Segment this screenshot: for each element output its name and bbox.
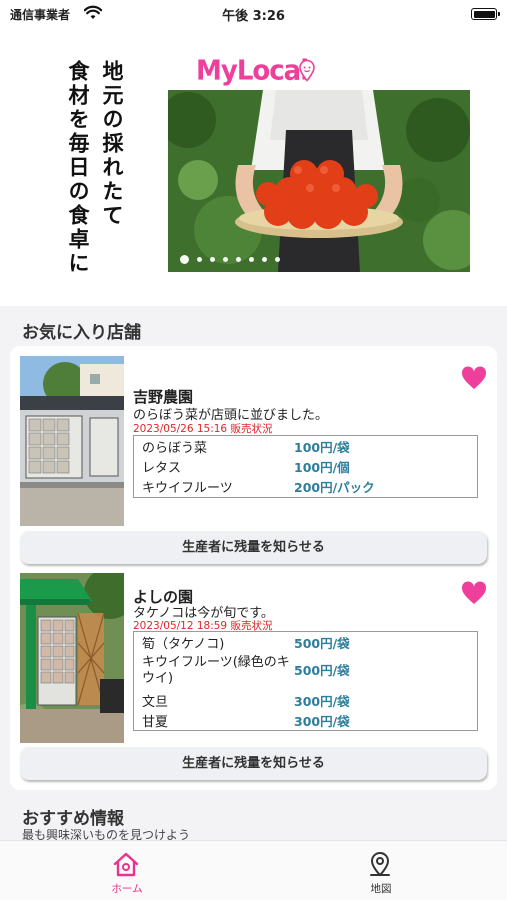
stock-item: キウイフルーツ(緑色のキウイ) [142, 655, 290, 686]
tagline-line-2: 食材を毎日の食卓に [66, 60, 91, 276]
tab-home[interactable]: ホーム [0, 841, 254, 900]
tab-bar: ホーム 地図 [0, 840, 507, 900]
stock-item: のらぼう菜 [142, 440, 208, 456]
hero-banner: 地元の採れたて 食材を毎日の食卓に MyLocal [0, 28, 507, 306]
carousel-dot[interactable] [197, 257, 202, 262]
tab-home-label: ホーム [111, 883, 143, 895]
tab-map[interactable]: 地図 [254, 841, 507, 900]
stock-row: レタス 100円/個 [134, 456, 477, 476]
carousel-dot[interactable] [223, 257, 228, 262]
map-pin-icon [370, 851, 390, 877]
carousel-dots[interactable] [180, 255, 280, 264]
carousel-dot[interactable] [210, 257, 215, 262]
status-bar: 通信事業者 午後 3:26 [0, 0, 507, 28]
notify-producer-button[interactable]: 生産者に残量を知らせる [20, 747, 487, 780]
stock-item: 文旦 [142, 694, 169, 710]
tagline-line-1: 地元の採れたて [100, 60, 125, 228]
battery-icon [471, 8, 500, 20]
stock-price: 500円/袋 [294, 635, 350, 651]
carousel-dot[interactable] [249, 257, 254, 262]
stock-item: キウイフルーツ [142, 481, 233, 496]
favorite-heart-icon[interactable] [461, 581, 487, 605]
shop-card[interactable]: 吉野農園 のらぼう菜が店頭に並びました。 2023/05/26 15:16 販売… [20, 356, 487, 566]
stock-row: 甘夏 300円/袋 [134, 710, 477, 730]
stock-item: 筍（タケノコ) [142, 636, 225, 652]
tab-map-label: 地図 [370, 883, 392, 895]
farmer-tomatoes-photo [168, 90, 470, 272]
carousel-dot[interactable] [236, 257, 241, 262]
stock-price: 100円/個 [294, 459, 350, 475]
stock-price: 100円/袋 [294, 439, 350, 455]
stock-row: 筍（タケノコ) 500円/袋 [134, 632, 477, 652]
stock-price: 500円/袋 [294, 663, 350, 678]
shop-card[interactable]: よしの園 タケノコは今が旬です。 2023/05/12 18:59 販売状況 筍… [20, 573, 487, 783]
stock-table: のらぼう菜 100円/袋 レタス 100円/個 キウイフルーツ 200円/パック [133, 435, 478, 498]
stock-row: キウイフルーツ 200円/パック [134, 476, 477, 497]
stock-item: 甘夏 [142, 714, 169, 730]
carousel-dot[interactable] [275, 257, 280, 262]
stock-row: 文旦 300円/袋 [134, 690, 477, 710]
carousel-dot[interactable] [180, 255, 189, 264]
stock-price: 300円/袋 [294, 693, 350, 709]
stock-table: 筍（タケノコ) 500円/袋 キウイフルーツ(緑色のキウイ) 500円/袋 文旦… [133, 631, 478, 731]
favorite-heart-icon[interactable] [461, 366, 487, 390]
stock-row: のらぼう菜 100円/袋 [134, 436, 477, 456]
carousel-dot[interactable] [262, 257, 267, 262]
stock-price: 200円/パック [294, 480, 375, 495]
shop-timestamp: 2023/05/26 15:16 販売状況 [133, 423, 273, 435]
brand-logo: MyLocal [196, 55, 309, 87]
favorites-title: お気に入り店舗 [22, 323, 141, 343]
favorites-list: 吉野農園 のらぼう菜が店頭に並びました。 2023/05/26 15:16 販売… [10, 346, 497, 790]
shop-photo [20, 356, 124, 526]
stock-price: 300円/袋 [294, 713, 350, 729]
location-pin-icon [299, 59, 315, 82]
hero-carousel-image[interactable] [168, 90, 470, 272]
status-time: 午後 3:26 [222, 9, 285, 24]
notify-producer-button[interactable]: 生産者に残量を知らせる [20, 531, 487, 564]
home-icon [113, 852, 139, 877]
stock-row: キウイフルーツ(緑色のキウイ) 500円/袋 [134, 652, 477, 690]
shop-photo [20, 573, 124, 743]
stock-item: レタス [142, 460, 182, 476]
